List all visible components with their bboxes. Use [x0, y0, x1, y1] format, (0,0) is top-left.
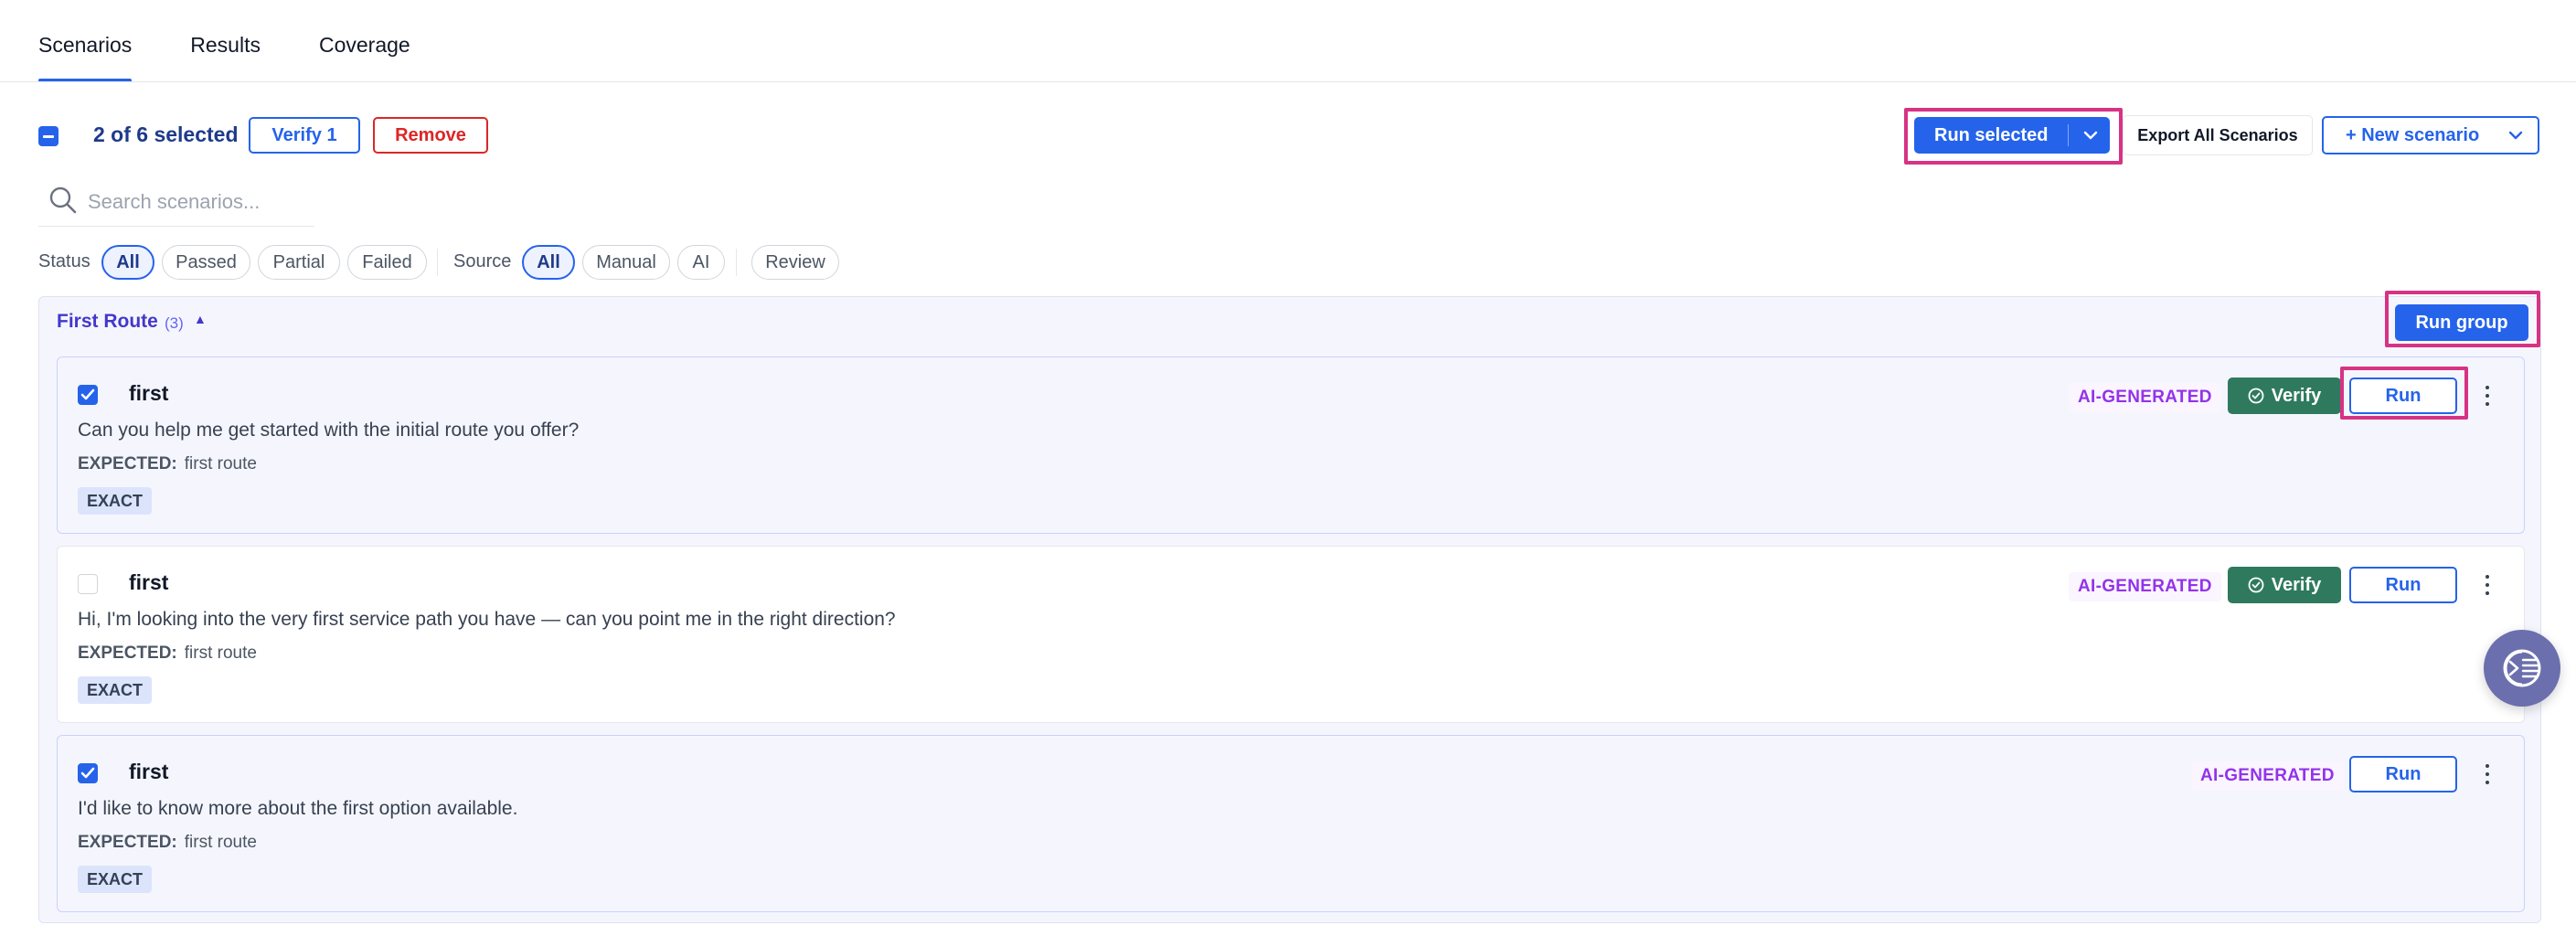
run-selected-button[interactable]: Run selected: [1914, 117, 2110, 154]
filter-divider: [736, 249, 737, 276]
split-divider: [2068, 124, 2069, 146]
assistant-button[interactable]: [2484, 630, 2560, 707]
scenario-name: first: [129, 381, 169, 405]
collapse-caret-icon[interactable]: ▲: [194, 312, 207, 326]
new-scenario-button[interactable]: + New scenario: [2322, 116, 2539, 154]
scenario-checkbox[interactable]: [78, 763, 98, 783]
chevron-down-icon[interactable]: [2077, 117, 2104, 154]
status-filter-label: Status: [38, 251, 90, 271]
run-button[interactable]: Run: [2349, 756, 2457, 792]
scenario-prompt: I'd like to know more about the first op…: [78, 798, 518, 819]
verify-label: Verify: [2271, 385, 2322, 406]
run-button[interactable]: Run: [2349, 378, 2457, 414]
scenario-card[interactable]: first Can you help me get started with t…: [57, 356, 2525, 534]
ai-generated-badge: AI-GENERATED: [2069, 572, 2221, 601]
scenario-name: first: [129, 760, 169, 783]
expected-label: EXPECTED:: [78, 833, 177, 852]
scenarios-page: Scenarios Results Coverage 2 of 6 select…: [0, 0, 2576, 936]
status-filter-passed[interactable]: Passed: [162, 245, 250, 280]
source-filter-all[interactable]: All: [522, 245, 575, 280]
check-circle-icon: [2248, 388, 2264, 404]
expected-label: EXPECTED:: [78, 644, 177, 663]
expected-route: EXPECTED: first route: [78, 644, 257, 664]
expected-value: first route: [184, 454, 257, 473]
new-scenario-label: + New scenario: [2346, 124, 2480, 145]
ai-generated-badge: AI-GENERATED: [2069, 383, 2221, 412]
scenario-checkbox[interactable]: [78, 385, 98, 405]
run-button[interactable]: Run: [2349, 567, 2457, 603]
more-vertical-icon[interactable]: [2480, 761, 2495, 787]
status-filter-all[interactable]: All: [101, 245, 154, 280]
filter-divider: [437, 249, 438, 276]
ai-generated-badge: AI-GENERATED: [2191, 761, 2344, 791]
source-filter-manual[interactable]: Manual: [582, 245, 670, 280]
more-vertical-icon[interactable]: [2480, 572, 2495, 598]
source-filter-ai[interactable]: AI: [677, 245, 725, 280]
scenario-card[interactable]: first Hi, I'm looking into the very firs…: [57, 546, 2525, 723]
indeterminate-icon: [43, 134, 54, 138]
search-box: [38, 179, 314, 227]
scenario-card[interactable]: first I'd like to know more about the fi…: [57, 735, 2525, 912]
verify-label: Verify: [2271, 574, 2322, 595]
expected-value: first route: [184, 833, 257, 852]
expected-route: EXPECTED: first route: [78, 833, 257, 853]
verify-button[interactable]: Verify: [2228, 567, 2341, 603]
chevron-down-icon[interactable]: [2508, 118, 2523, 153]
tab-bar: Scenarios Results Coverage: [38, 20, 410, 82]
status-filter-partial[interactable]: Partial: [258, 245, 340, 280]
source-filter-label: Source: [453, 251, 512, 271]
verify-button[interactable]: Verify: [2228, 378, 2341, 414]
tab-divider: [0, 81, 2576, 82]
search-input[interactable]: [88, 186, 307, 218]
tab-results[interactable]: Results: [190, 20, 261, 82]
scenario-checkbox[interactable]: [78, 574, 98, 594]
remove-selected-button[interactable]: Remove: [373, 117, 488, 154]
match-type-tag: EXACT: [78, 487, 153, 515]
expected-label: EXPECTED:: [78, 454, 177, 473]
scenario-name: first: [129, 570, 169, 594]
run-selected-label: Run selected: [1934, 124, 2049, 145]
verify-selected-button[interactable]: Verify 1: [249, 117, 360, 154]
check-circle-icon: [2248, 577, 2264, 593]
match-type-tag: EXACT: [78, 676, 153, 704]
export-all-button[interactable]: Export All Scenarios: [2123, 115, 2313, 155]
scenario-prompt: Can you help me get started with the ini…: [78, 420, 580, 441]
status-filter-failed[interactable]: Failed: [347, 245, 427, 280]
tab-scenarios[interactable]: Scenarios: [38, 20, 133, 82]
review-filter[interactable]: Review: [751, 245, 839, 280]
match-type-tag: EXACT: [78, 866, 153, 893]
expected-value: first route: [184, 644, 257, 663]
select-all-checkbox[interactable]: [38, 126, 59, 146]
selection-count: 2 of 6 selected: [93, 122, 239, 146]
group-title[interactable]: First Route: [57, 311, 158, 333]
expected-route: EXPECTED: first route: [78, 454, 257, 474]
more-vertical-icon[interactable]: [2480, 383, 2495, 409]
assistant-icon: [2503, 649, 2541, 687]
search-icon: [48, 185, 79, 220]
tab-coverage[interactable]: Coverage: [319, 20, 410, 82]
scenario-prompt: Hi, I'm looking into the very first serv…: [78, 609, 896, 630]
run-group-button[interactable]: Run group: [2395, 304, 2528, 341]
group-count: (3): [165, 314, 184, 332]
